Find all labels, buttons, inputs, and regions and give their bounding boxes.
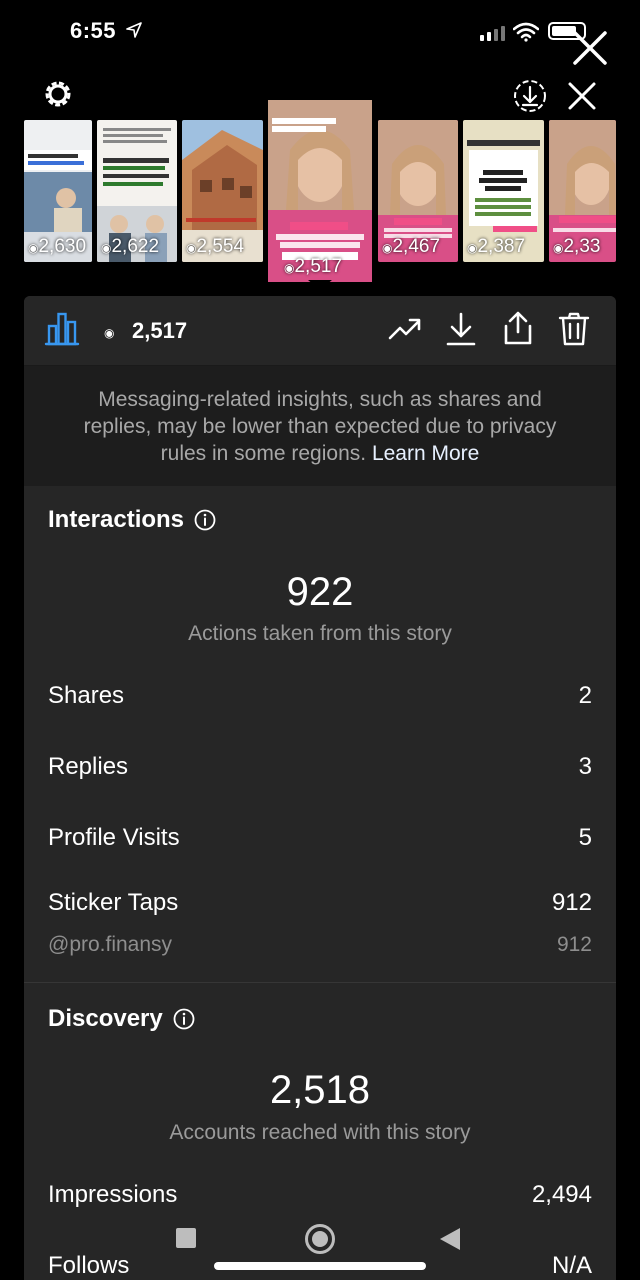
story-thumbnail[interactable]: ◉2,33 bbox=[549, 120, 616, 262]
metric-label: Replies bbox=[48, 753, 129, 780]
story-thumbnail[interactable]: ◉2,554 bbox=[182, 120, 263, 262]
wifi-icon bbox=[513, 22, 539, 42]
story-views-count: 2,517 bbox=[132, 318, 188, 343]
status-bar: 6:55 bbox=[0, 0, 640, 66]
metric-row-sticker-taps: Sticker Taps 912 bbox=[48, 889, 592, 917]
share-icon[interactable] bbox=[502, 310, 534, 346]
info-icon[interactable] bbox=[173, 1008, 195, 1030]
trash-icon[interactable] bbox=[558, 312, 590, 346]
eye-icon: ◉ bbox=[553, 241, 564, 255]
story-thumbnail-selected[interactable]: ◉2,517 bbox=[268, 100, 372, 282]
interactions-title: Interactions bbox=[48, 506, 185, 533]
discovery-caption: Accounts reached with this story bbox=[169, 1121, 471, 1144]
back-icon[interactable] bbox=[440, 1228, 460, 1250]
selected-story-caret bbox=[308, 280, 332, 290]
metric-row-replies: Replies 3 bbox=[48, 753, 592, 781]
thumbnail-views: 2,622 bbox=[111, 236, 160, 257]
privacy-notice: Messaging-related insights, such as shar… bbox=[24, 366, 616, 486]
info-icon[interactable] bbox=[194, 509, 216, 531]
metric-row-impressions: Impressions 2,494 bbox=[48, 1181, 592, 1209]
interactions-total: 922 bbox=[286, 570, 354, 614]
section-divider bbox=[24, 982, 616, 983]
metric-label: Sticker Taps bbox=[48, 889, 179, 916]
thumbnail-views: 2,554 bbox=[196, 236, 245, 257]
privacy-notice-text: Messaging-related insights, such as shar… bbox=[83, 387, 557, 465]
thumbnail-views: 2,33 bbox=[563, 236, 601, 257]
eye-icon: ◉ bbox=[28, 241, 39, 255]
close-overlay-icon[interactable] bbox=[572, 30, 608, 66]
metric-label: Profile Visits bbox=[48, 824, 180, 851]
metric-subrow-sticker: @pro.finansy 912 bbox=[48, 933, 592, 957]
story-thumbnail-image bbox=[268, 100, 372, 282]
cellular-signal-icon bbox=[480, 26, 505, 41]
sticker-handle: @pro.finansy bbox=[48, 933, 173, 956]
metric-row-shares: Shares 2 bbox=[48, 682, 592, 710]
story-thumbnail[interactable]: ◉2,467 bbox=[378, 120, 458, 262]
metric-value: 912 bbox=[551, 889, 592, 916]
discovery-total: 2,518 bbox=[269, 1068, 371, 1112]
thumbnail-views: 2,517 bbox=[294, 256, 343, 277]
insights-panel: ◉ 2,517 Messaging-related insights, such… bbox=[24, 296, 616, 1280]
story-thumbnail[interactable]: ◉2,387 bbox=[463, 120, 544, 262]
metric-row-profile-visits: Profile Visits 5 bbox=[48, 824, 592, 852]
bar-chart-icon[interactable] bbox=[44, 310, 80, 346]
metric-value: 5 bbox=[578, 824, 592, 851]
eye-icon: ◉ bbox=[186, 241, 197, 255]
eye-icon: ◉ bbox=[467, 241, 478, 255]
discovery-section-title: Discovery bbox=[48, 1005, 195, 1033]
story-thumbnail-strip[interactable]: ◉2,630 ◉2,622 ◉2,554 ◉2,517 ◉2,467 ◉2,38… bbox=[0, 100, 640, 290]
eye-icon: ◉ bbox=[104, 326, 115, 340]
trending-up-icon[interactable] bbox=[388, 316, 422, 342]
interactions-caption: Actions taken from this story bbox=[188, 622, 452, 645]
interactions-section-title: Interactions bbox=[48, 506, 216, 534]
location-arrow-icon bbox=[126, 22, 142, 38]
thumbnail-views: 2,467 bbox=[392, 236, 441, 257]
metric-value: 2 bbox=[578, 682, 592, 709]
status-time: 6:55 bbox=[70, 18, 117, 43]
home-indicator[interactable] bbox=[214, 1262, 426, 1270]
discovery-title: Discovery bbox=[48, 1005, 163, 1032]
thumbnail-views: 2,630 bbox=[38, 236, 87, 257]
metric-label: Impressions bbox=[48, 1181, 178, 1208]
eye-icon: ◉ bbox=[382, 241, 393, 255]
story-thumbnail[interactable]: ◉2,630 bbox=[24, 120, 92, 262]
thumbnail-views: 2,387 bbox=[477, 236, 526, 257]
home-icon[interactable] bbox=[305, 1224, 335, 1254]
metric-value: 2,494 bbox=[531, 1181, 592, 1208]
sticker-handle-value: 912 bbox=[556, 933, 592, 956]
recents-icon[interactable] bbox=[176, 1228, 196, 1248]
learn-more-link[interactable]: Learn More bbox=[372, 442, 479, 465]
metric-label: Shares bbox=[48, 682, 125, 709]
system-navigation-bar bbox=[0, 1220, 640, 1280]
insights-toolbar: ◉ 2,517 bbox=[24, 296, 616, 366]
download-icon[interactable] bbox=[446, 312, 476, 346]
story-thumbnail[interactable]: ◉2,622 bbox=[97, 120, 177, 262]
metric-value: 3 bbox=[578, 753, 592, 780]
eye-icon: ◉ bbox=[284, 261, 295, 275]
eye-icon: ◉ bbox=[101, 241, 112, 255]
